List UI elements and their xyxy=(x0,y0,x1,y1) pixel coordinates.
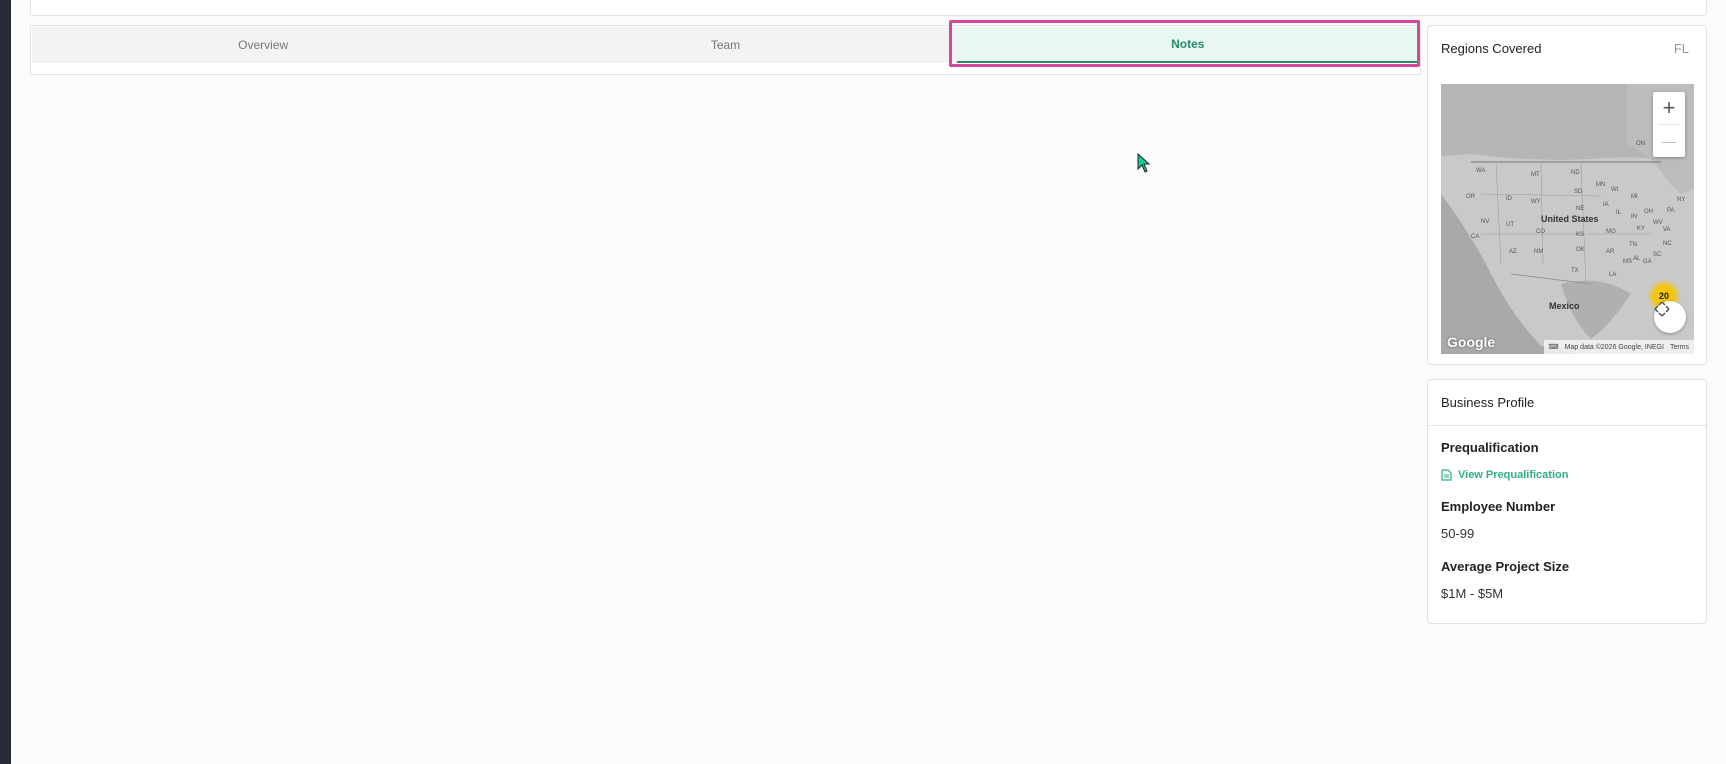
business-profile-card: Business Profile Prequalification View P… xyxy=(1427,379,1707,624)
map-state-label: IL xyxy=(1616,210,1622,216)
map-state-label: PA xyxy=(1667,208,1675,214)
map-state-label: VA xyxy=(1663,227,1671,233)
map-state-label: AL xyxy=(1633,256,1641,262)
map-state-label: KS xyxy=(1576,232,1585,238)
regions-title: Regions Covered xyxy=(1441,40,1542,56)
tab-team[interactable]: Team xyxy=(494,27,956,63)
map-state-label: CA xyxy=(1471,234,1480,240)
map-state-label: TN xyxy=(1629,242,1637,248)
map-state-label: NC xyxy=(1663,241,1672,247)
map-state-label: KY xyxy=(1637,226,1646,232)
map-state-label: MS xyxy=(1623,259,1632,265)
map-state-label: TX xyxy=(1571,268,1579,274)
map-state-label: MT xyxy=(1531,172,1540,178)
prequal-label: Prequalification xyxy=(1441,440,1539,455)
map-state-label: MN xyxy=(1596,182,1606,188)
map-state-label: SD xyxy=(1574,189,1583,195)
map-state-label: NE xyxy=(1576,206,1585,212)
map-label-mexico: Mexico xyxy=(1549,301,1580,311)
map-data-text: Map data ©2026 Google, INEGI xyxy=(1564,343,1664,351)
map-state-label: IN xyxy=(1631,214,1637,220)
map-state-label: LA xyxy=(1609,272,1617,278)
fullscreen-button[interactable] xyxy=(1654,301,1686,333)
tabs-card: Overview Team Notes xyxy=(30,25,1421,75)
top-card xyxy=(30,0,1707,16)
regions-header: Regions Covered FL xyxy=(1428,26,1706,70)
tab-notes[interactable]: Notes xyxy=(956,27,1419,63)
tab-bar: Overview Team Notes xyxy=(32,27,1419,63)
map-state-label: GA xyxy=(1643,259,1652,265)
map-state-label: NM xyxy=(1534,249,1544,255)
map-state-label: IA xyxy=(1603,202,1609,208)
regions-covered-card: Regions Covered FL United States Mexico … xyxy=(1427,25,1707,365)
map-state-label: OH xyxy=(1644,209,1653,215)
map-state-label: UT xyxy=(1506,222,1514,228)
project-size-label: Average Project Size xyxy=(1441,559,1570,574)
zoom-in-button[interactable]: + xyxy=(1653,92,1685,124)
map-attribution: ⌨ Map data ©2026 Google, INEGI Terms xyxy=(1543,340,1694,354)
map-label-us: United States xyxy=(1541,214,1599,224)
map-zoom-controls: + — xyxy=(1653,92,1685,157)
map-state-label: AR xyxy=(1606,249,1615,255)
fullscreen-icon xyxy=(1654,301,1670,317)
map-state-label: WY xyxy=(1531,199,1541,205)
google-logo: Google xyxy=(1447,334,1496,350)
map-state-label: OR xyxy=(1466,194,1475,200)
map-state-label: NV xyxy=(1481,219,1490,225)
map-state-label: ND xyxy=(1571,170,1580,176)
map-state-label: CO xyxy=(1536,229,1545,235)
region-code: FL xyxy=(1673,40,1689,56)
map-state-label: WV xyxy=(1653,220,1663,226)
map-state-label: ID xyxy=(1506,196,1512,202)
left-rail xyxy=(0,0,11,764)
view-prequal-link[interactable]: View Prequalification xyxy=(1441,469,1693,481)
map-state-label: MI xyxy=(1631,194,1638,200)
map-state-label: WI xyxy=(1611,187,1619,193)
employee-value: 50-99 xyxy=(1441,526,1475,541)
document-icon xyxy=(1441,469,1452,481)
map-state-label: ON xyxy=(1636,141,1645,147)
regions-map[interactable]: United States Mexico WA MT ND MN WI MI O… xyxy=(1441,84,1694,354)
profile-title: Business Profile xyxy=(1428,380,1706,426)
profile-body: Prequalification View Prequalification E… xyxy=(1428,426,1706,601)
map-state-label: OK xyxy=(1576,247,1585,253)
map-terms-link[interactable]: Terms xyxy=(1670,344,1689,351)
map-state-label: SC xyxy=(1653,252,1662,258)
map-state-label: MO xyxy=(1606,229,1616,235)
map-state-label: AZ xyxy=(1509,249,1517,255)
employee-label: Employee Number xyxy=(1441,499,1556,514)
zoom-out-button[interactable]: — xyxy=(1653,125,1685,157)
keyboard-icon[interactable]: ⌨ xyxy=(1549,343,1559,351)
map-state-label: WA xyxy=(1476,168,1486,174)
project-size-value: $1M - $5M xyxy=(1441,586,1504,601)
mouse-cursor-icon xyxy=(1137,153,1151,173)
map-state-label: NY xyxy=(1677,197,1686,203)
view-prequal-text: View Prequalification xyxy=(1458,469,1569,481)
tab-overview[interactable]: Overview xyxy=(32,27,494,63)
